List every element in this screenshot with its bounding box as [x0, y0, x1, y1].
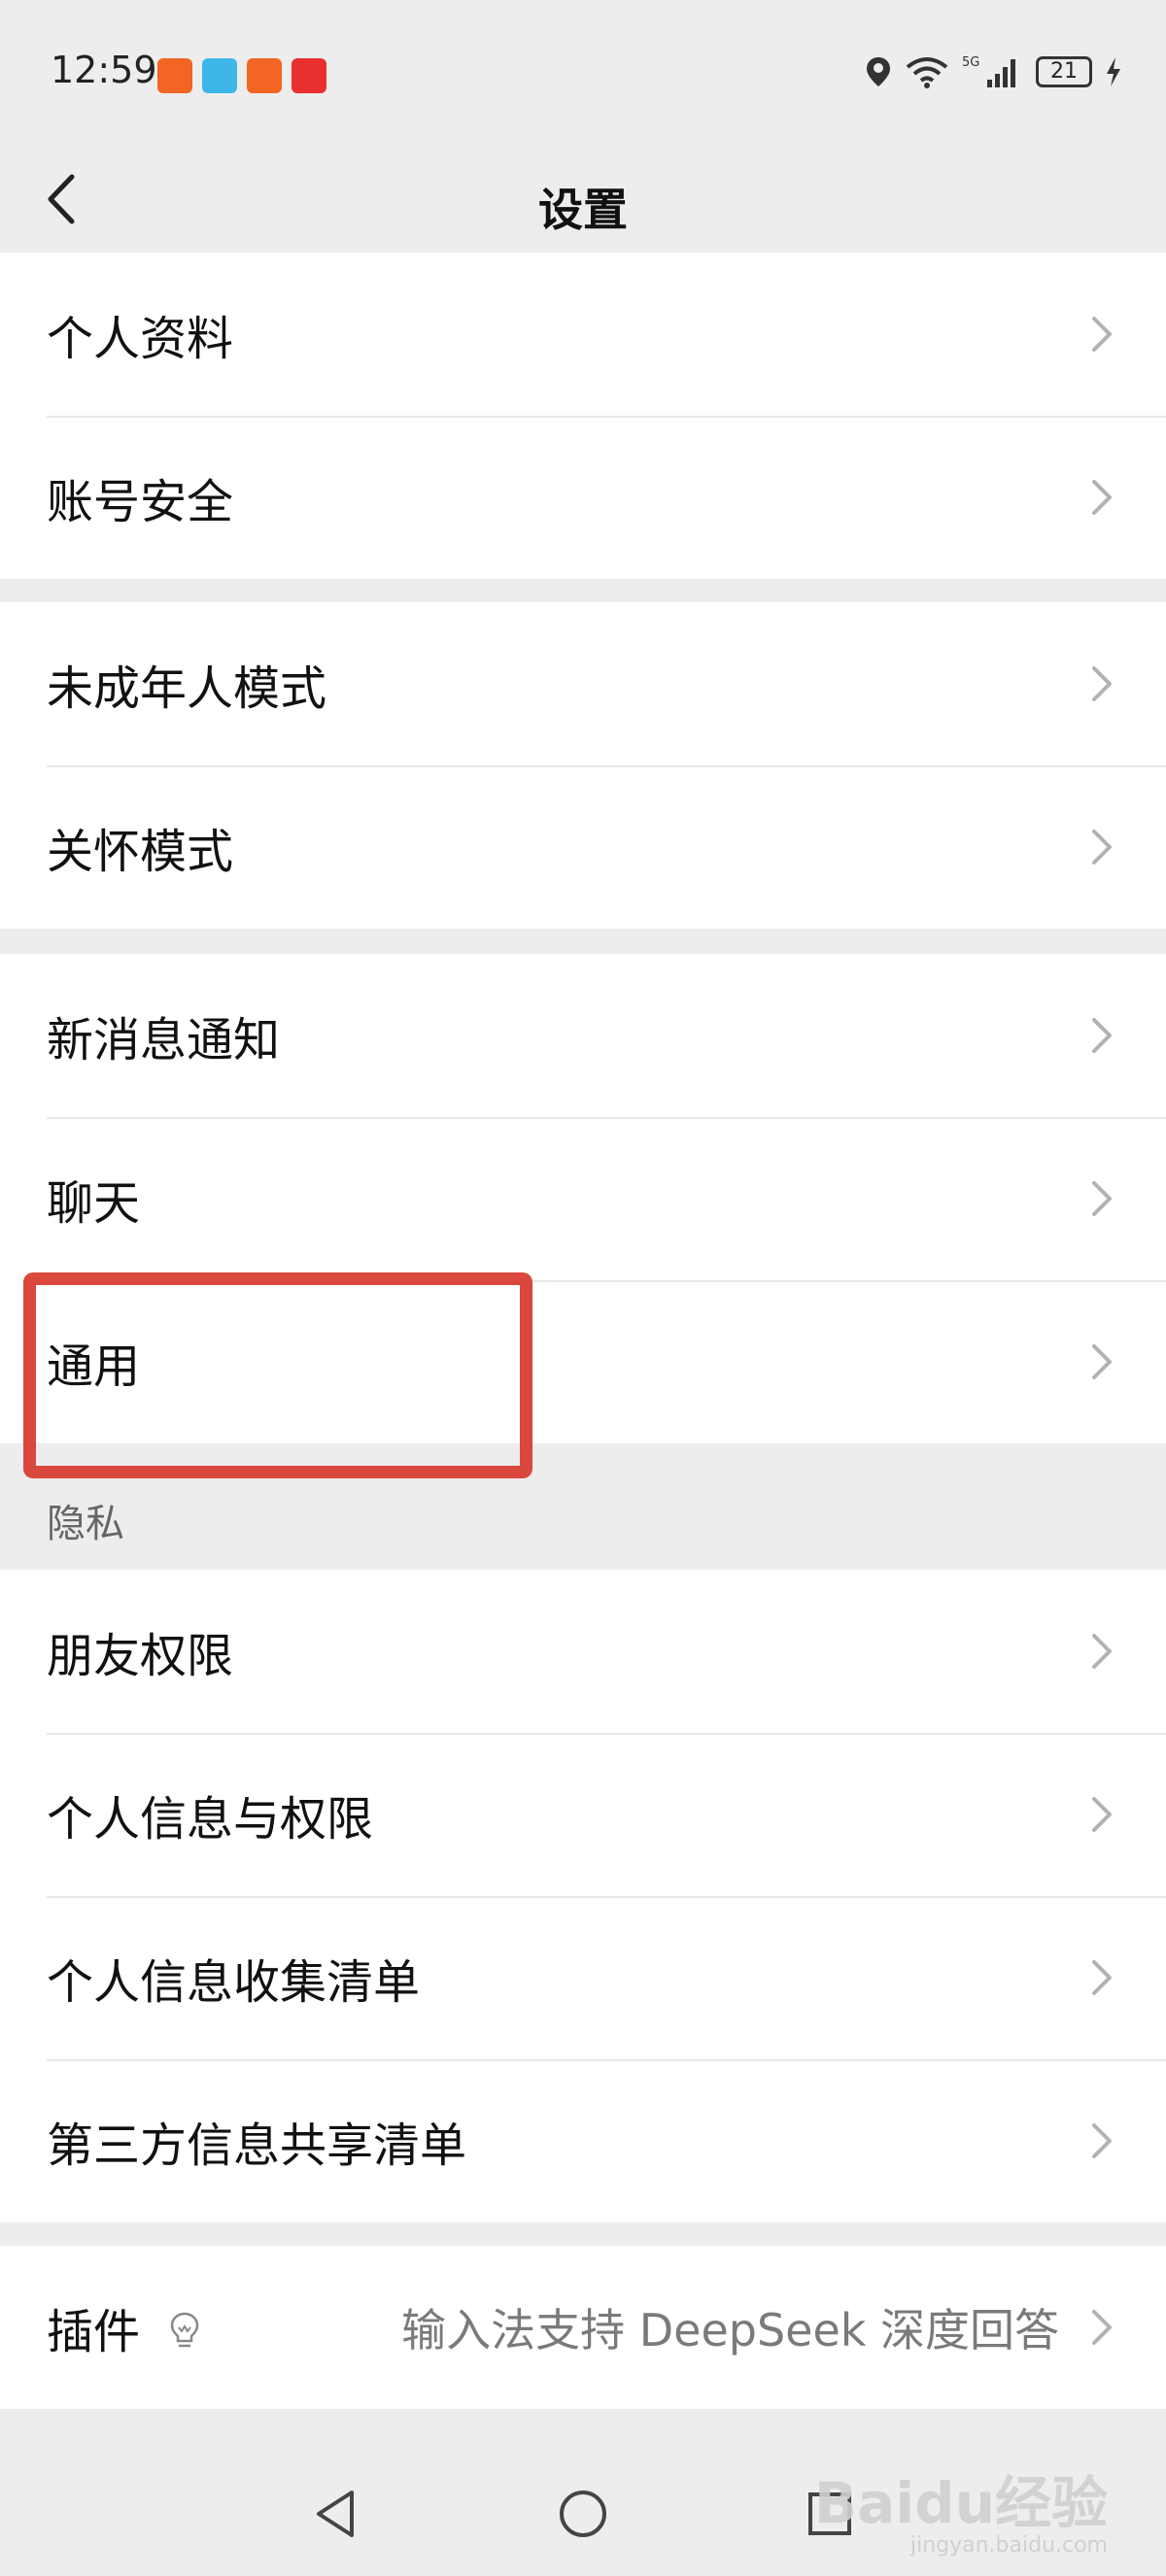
- nav-bar: 设置: [0, 146, 1166, 253]
- lightbulb-icon: [170, 2312, 199, 2348]
- chevron-right-icon: [1092, 830, 1112, 864]
- section-header-privacy: 隐私: [47, 1502, 124, 1546]
- chevron-right-icon: [1092, 1018, 1112, 1053]
- row-label: 个人信息与权限: [47, 1792, 374, 1847]
- settings-group-account: 个人资料 账号安全: [0, 253, 1166, 579]
- chevron-right-icon: [1092, 2123, 1112, 2158]
- chevron-right-icon: [1092, 1960, 1112, 1995]
- nav-home-icon[interactable]: [556, 2487, 610, 2541]
- notification-icons: [157, 58, 326, 93]
- settings-row-minor-mode[interactable]: 未成年人模式: [0, 602, 1166, 765]
- settings-row-care-mode[interactable]: 关怀模式: [0, 765, 1166, 929]
- settings-row-third-party-sharing-list[interactable]: 第三方信息共享清单: [0, 2059, 1166, 2222]
- row-label: 个人资料: [47, 312, 234, 366]
- chevron-right-icon: [1092, 2310, 1112, 2345]
- settings-row-notifications[interactable]: 新消息通知: [0, 954, 1166, 1117]
- settings-group-privacy: 朋友权限 个人信息与权限 个人信息收集清单 第三方信息共享清单: [0, 1570, 1166, 2222]
- watermark: Baidu经验 jingyan.baidu.com: [814, 2457, 1108, 2558]
- status-bar: 12:59 5G 21: [0, 0, 1166, 146]
- watermark-logo: Baidu经验: [813, 2470, 1108, 2536]
- chevron-right-icon: [1092, 317, 1112, 352]
- signal-icon: 5G: [962, 55, 1015, 87]
- status-indicators: 5G 21: [865, 54, 1121, 89]
- app-notification-icon: [157, 58, 192, 93]
- chevron-right-icon: [1092, 1634, 1112, 1669]
- row-label: 第三方信息共享清单: [47, 2118, 467, 2173]
- chevron-right-icon: [1092, 1797, 1112, 1832]
- row-label: 通用: [47, 1339, 141, 1394]
- row-label: 关怀模式: [47, 825, 234, 879]
- back-arrow-icon: [48, 174, 75, 224]
- settings-row-profile[interactable]: 个人资料: [0, 253, 1166, 416]
- book-app-icon: [202, 58, 237, 93]
- app-notification-icon: [247, 58, 282, 93]
- settings-row-info-collection-list[interactable]: 个人信息收集清单: [0, 1896, 1166, 2059]
- plugin-value: 输入法支持 DeepSeek 深度回答: [401, 2304, 1059, 2356]
- row-label: 账号安全: [47, 475, 234, 529]
- settings-row-general[interactable]: 通用: [0, 1280, 1166, 1443]
- row-label: 个人信息收集清单: [47, 1955, 421, 2010]
- page-title: 设置: [538, 184, 628, 236]
- row-label: 朋友权限: [47, 1629, 234, 1683]
- row-label: 插件: [47, 2305, 141, 2359]
- settings-row-account-security[interactable]: 账号安全: [0, 416, 1166, 579]
- chevron-right-icon: [1092, 1181, 1112, 1216]
- back-button[interactable]: [29, 163, 101, 235]
- chevron-right-icon: [1092, 666, 1112, 701]
- settings-row-plugins[interactable]: 插件 输入法支持 DeepSeek 深度回答: [0, 2246, 1166, 2409]
- video-app-icon: [292, 58, 326, 93]
- settings-row-chat[interactable]: 聊天: [0, 1117, 1166, 1280]
- status-time: 12:59: [51, 49, 157, 91]
- settings-group-modes: 未成年人模式 关怀模式: [0, 602, 1166, 929]
- settings-row-friend-permissions[interactable]: 朋友权限: [0, 1570, 1166, 1733]
- nav-back-icon[interactable]: [309, 2487, 363, 2541]
- settings-group-general: 新消息通知 聊天 通用: [0, 954, 1166, 1443]
- network-type: 5G: [962, 55, 979, 70]
- row-label: 未成年人模式: [47, 661, 327, 716]
- settings-row-personal-info-permissions[interactable]: 个人信息与权限: [0, 1733, 1166, 1896]
- row-label: 聊天: [47, 1176, 141, 1231]
- battery-level: 21: [1036, 56, 1092, 87]
- chevron-right-icon: [1092, 1344, 1112, 1379]
- location-icon: [867, 57, 890, 86]
- row-label: 新消息通知: [47, 1013, 281, 1068]
- charging-icon: [1107, 57, 1120, 86]
- wifi-icon: [906, 57, 948, 88]
- chevron-right-icon: [1092, 480, 1112, 515]
